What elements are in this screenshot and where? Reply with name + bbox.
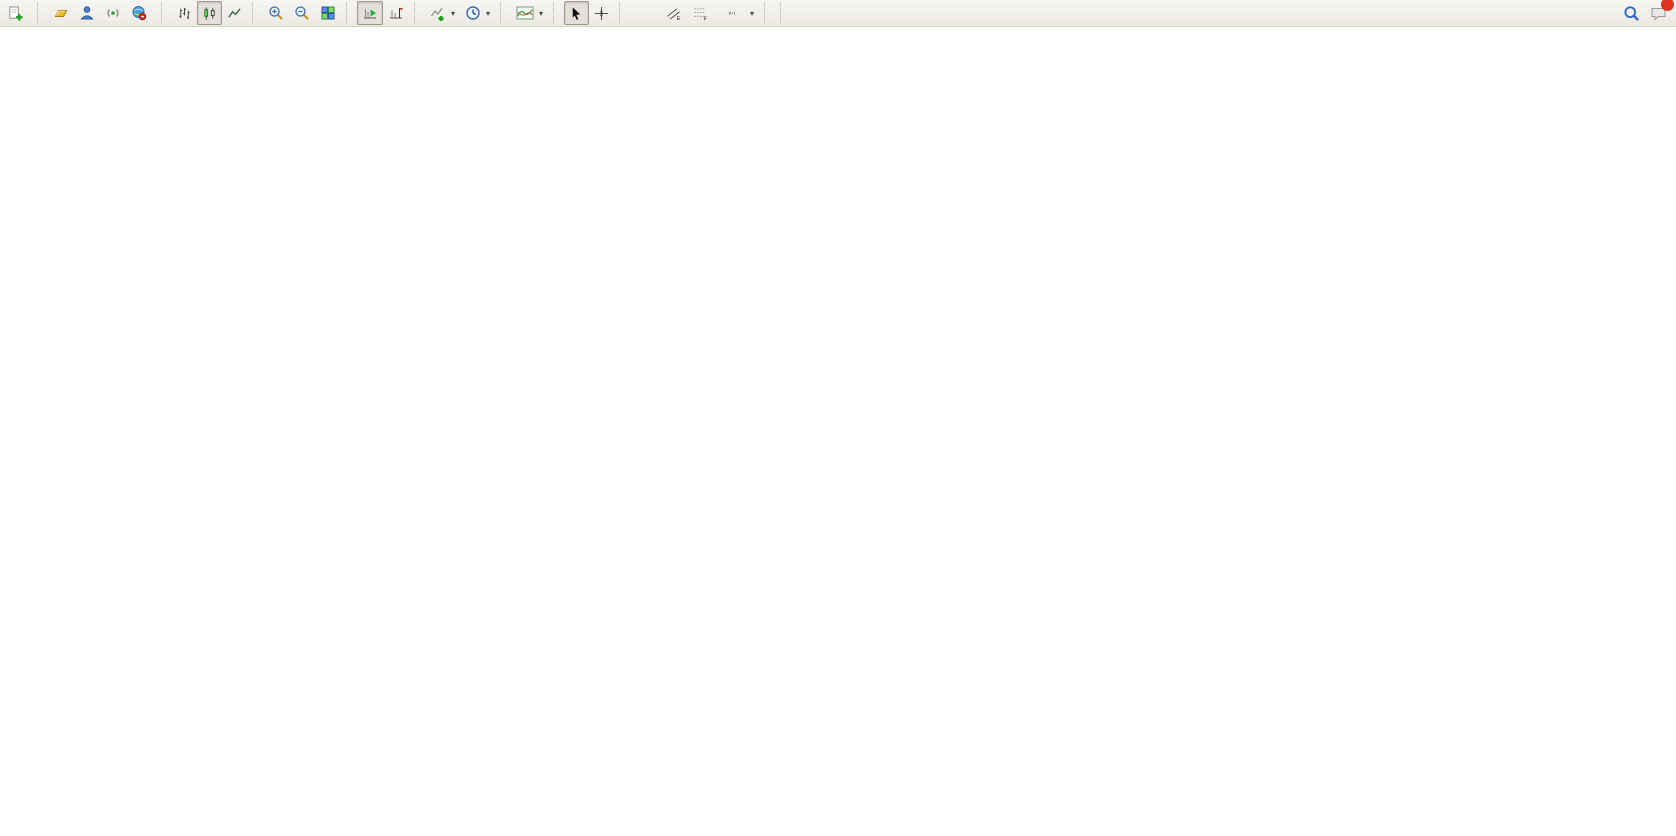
clock-icon — [466, 6, 480, 20]
cursor-tool-button[interactable] — [564, 1, 590, 25]
search-button[interactable] — [1618, 1, 1645, 25]
notifications-button[interactable] — [1645, 0, 1674, 25]
auto-trading-button[interactable] — [126, 1, 156, 25]
trendline-tool-button[interactable] — [650, 1, 660, 25]
cursor-arrow-icon — [572, 6, 581, 20]
dropdown-caret-icon: ▾ — [451, 8, 456, 18]
text-tool-button[interactable] — [714, 1, 724, 25]
auto-scroll-icon — [364, 9, 376, 19]
horizontal-line-tool-button[interactable] — [640, 1, 650, 25]
separator — [500, 3, 508, 23]
new-order-button[interactable] — [3, 1, 32, 25]
dropdown-caret-icon: ▾ — [539, 8, 544, 18]
dropdown-caret-icon: ▾ — [486, 8, 491, 18]
indicators-button[interactable]: ▾ — [425, 1, 460, 25]
tile-windows-button[interactable] — [315, 1, 341, 25]
separator — [414, 3, 422, 23]
separator — [780, 3, 788, 23]
chart-shift-icon — [390, 8, 403, 19]
new-order-icon — [9, 5, 23, 21]
text-label-tool-button[interactable] — [724, 1, 740, 25]
candlestick-mode-button[interactable] — [197, 1, 222, 25]
equidistant-channel-icon: E — [667, 7, 681, 21]
signals-button[interactable] — [100, 1, 126, 25]
arrows-tool-button[interactable]: ▾ — [740, 1, 759, 25]
fibonacci-icon: F — [694, 7, 708, 21]
periods-button[interactable]: ▾ — [460, 1, 495, 25]
navigator-button[interactable] — [74, 1, 100, 25]
channel-tool-button[interactable]: E — [660, 1, 687, 25]
chart-template-icon — [516, 6, 534, 20]
separator — [619, 3, 627, 23]
crosshair-icon — [594, 6, 609, 20]
dropdown-caret-icon: ▾ — [750, 8, 755, 18]
tile-windows-icon — [321, 6, 335, 20]
template-button[interactable]: ▾ — [511, 1, 548, 25]
search-icon — [1624, 5, 1639, 21]
auto-trading-globe-icon — [132, 6, 147, 21]
gold-icon — [54, 10, 68, 17]
separator — [553, 3, 561, 23]
zoom-out-button[interactable] — [289, 1, 315, 25]
signal-icon — [107, 9, 119, 17]
separator — [346, 3, 354, 23]
notification-badge — [1661, 0, 1674, 11]
bar-chart-icon — [179, 7, 190, 19]
zoom-out-icon — [295, 6, 309, 20]
line-chart-icon — [228, 7, 241, 18]
crosshair-tool-button[interactable] — [589, 1, 614, 25]
chart-canvas[interactable] — [0, 0, 1676, 836]
navigator-person-icon — [80, 6, 94, 20]
zoom-in-icon — [269, 6, 283, 20]
vertical-line-tool-button[interactable] — [630, 1, 640, 25]
main-toolbar: ▾ ▾ ▾ E F ▾ — [0, 0, 1676, 27]
auto-scroll-button[interactable] — [357, 1, 383, 25]
separator — [37, 3, 45, 23]
indicators-icon — [431, 7, 444, 21]
zoom-in-button[interactable] — [263, 1, 289, 25]
bar-chart-mode-button[interactable] — [172, 1, 197, 25]
candlestick-icon — [204, 6, 215, 20]
text-label-icon — [729, 12, 736, 14]
line-chart-mode-button[interactable] — [222, 1, 247, 25]
separator — [161, 3, 169, 23]
svg-text:F: F — [704, 16, 708, 20]
separator — [764, 3, 772, 23]
separator — [252, 3, 260, 23]
svg-text:E: E — [677, 16, 681, 21]
market-watch-button[interactable] — [48, 1, 74, 25]
fibonacci-tool-button[interactable]: F — [687, 1, 714, 25]
chart-shift-button[interactable] — [383, 1, 409, 25]
